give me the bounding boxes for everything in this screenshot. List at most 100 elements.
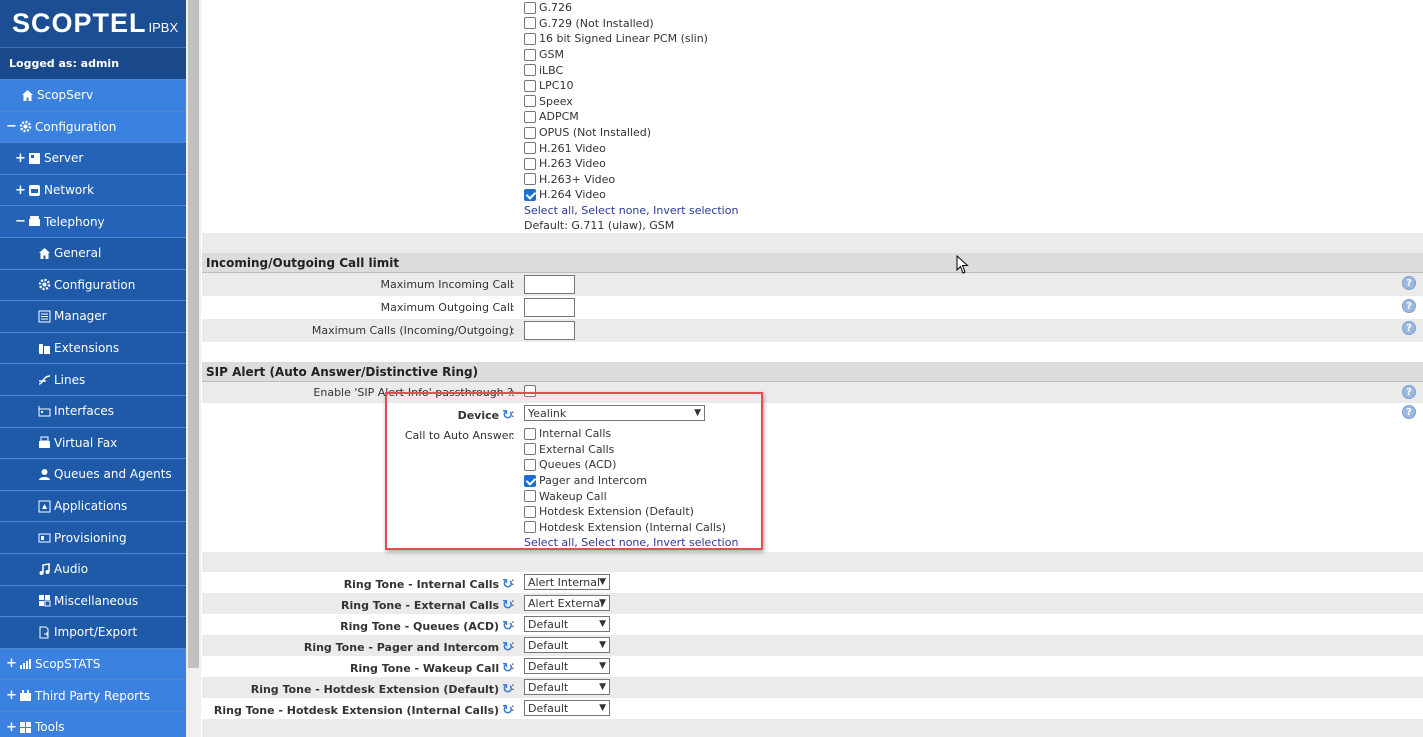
ringtone-select[interactable]: Default ▼: [524, 637, 610, 653]
grid-icon: [37, 594, 51, 608]
sidebar-item-applications[interactable]: Applications: [0, 489, 186, 522]
sidebar-item-server[interactable]: + Server: [0, 142, 186, 174]
checkbox[interactable]: [524, 17, 536, 30]
sidebar-item-audio[interactable]: Audio: [0, 552, 186, 585]
checkbox[interactable]: [524, 110, 536, 123]
sidebar-item-extensions[interactable]: Extensions: [0, 331, 186, 364]
logo[interactable]: SCOPTEL IPBX: [0, 0, 186, 47]
sidebar-item-import-export[interactable]: Import/Export: [0, 616, 186, 648]
sidebar-item-label: ScopSTATS: [35, 656, 101, 671]
sidebar-item-scopserv[interactable]: ScopServ: [0, 79, 186, 111]
expand-icon[interactable]: +: [6, 720, 17, 735]
checkbox[interactable]: [524, 48, 536, 61]
sidebar-item-lines[interactable]: Lines: [0, 363, 186, 395]
help-icon[interactable]: ?: [1402, 299, 1416, 313]
sidebar-item-telephony[interactable]: − Telephony: [0, 205, 186, 237]
codec-item[interactable]: LPC10: [524, 78, 738, 94]
sidebar-item-manager[interactable]: Manager: [0, 300, 186, 332]
codec-item[interactable]: GSM: [524, 47, 738, 63]
default-codecs-text: Default: G.711 (ulaw), GSM: [524, 218, 675, 232]
sidebar-item-tools[interactable]: + Tools: [0, 710, 186, 737]
max-outgoing-input[interactable]: [524, 298, 575, 317]
codec-label: ADPCM: [539, 110, 579, 124]
codec-label: 16 bit Signed Linear PCM (slin): [539, 32, 708, 46]
codec-label: Speex: [539, 94, 573, 108]
reports-icon: [18, 689, 32, 703]
expand-icon[interactable]: +: [15, 183, 26, 198]
scrollbar-thumb[interactable]: [188, 0, 199, 668]
ringtone-select[interactable]: Default ▼: [524, 679, 610, 695]
row-ringtone: Ring Tone - Internal Calls ↻ : Alert Inte…: [202, 572, 1423, 593]
codec-item[interactable]: H.264 Video: [524, 187, 738, 203]
sidebar-item-configuration[interactable]: − Configuration: [0, 110, 186, 143]
sidebar-item-queues-agents[interactable]: Queues and Agents: [0, 458, 186, 490]
collapse-icon[interactable]: −: [6, 119, 17, 134]
sidebar-item-miscellaneous[interactable]: Miscellaneous: [0, 584, 186, 617]
checkbox[interactable]: [524, 1, 536, 14]
sidebar-item-virtual-fax[interactable]: Virtual Fax: [0, 426, 186, 459]
sidebar-scrollbar[interactable]: [186, 0, 201, 737]
checkbox[interactable]: [524, 142, 536, 155]
checkbox[interactable]: [524, 157, 536, 170]
ringtone-select[interactable]: Default ▼: [524, 616, 610, 632]
help-icon[interactable]: ?: [1402, 385, 1416, 399]
sidebar-item-interfaces[interactable]: Interfaces: [0, 394, 186, 427]
row-ringtone: Ring Tone - Hotdesk Extension (Internal …: [202, 698, 1423, 719]
expand-icon[interactable]: +: [6, 688, 17, 703]
sidebar-item-provisioning[interactable]: Provisioning: [0, 521, 186, 553]
codec-item[interactable]: iLBC: [524, 62, 738, 78]
sidebar-item-label: Configuration: [54, 277, 136, 292]
codec-label: OPUS (Not Installed): [539, 126, 652, 140]
sidebar-item-label: Queues and Agents: [54, 467, 172, 482]
checkbox[interactable]: [524, 32, 536, 45]
select-none-link[interactable]: Select none: [581, 204, 646, 217]
checkbox[interactable]: [524, 173, 536, 186]
codec-item[interactable]: OPUS (Not Installed): [524, 125, 738, 141]
max-calls-input[interactable]: [524, 321, 575, 340]
codec-item[interactable]: H.263 Video: [524, 156, 738, 172]
codec-item[interactable]: ADPCM: [524, 109, 738, 125]
help-icon[interactable]: ?: [1402, 405, 1416, 419]
invert-selection-link[interactable]: Invert selection: [653, 204, 738, 217]
expand-icon[interactable]: +: [15, 151, 26, 166]
codec-item[interactable]: G.729 (Not Installed): [524, 16, 738, 32]
max-outgoing-label: Maximum Outgoing Call: [380, 301, 513, 314]
ringtone-select[interactable]: Default ▼: [524, 700, 610, 716]
chevron-down-icon: ▼: [599, 640, 606, 650]
codec-item[interactable]: G.726: [524, 0, 738, 16]
sidebar-item-label: Network: [44, 183, 95, 198]
checkbox[interactable]: [524, 64, 536, 77]
codec-item[interactable]: H.261 Video: [524, 140, 738, 156]
sidebar-item-label: Virtual Fax: [54, 435, 118, 450]
sidebar-item-network[interactable]: + Network: [0, 173, 186, 206]
sidebar-item-general[interactable]: General: [0, 236, 186, 269]
codec-label: iLBC: [539, 63, 564, 77]
checkbox[interactable]: [524, 95, 536, 108]
collapse-icon[interactable]: −: [15, 214, 26, 229]
codec-item[interactable]: Speex: [524, 94, 738, 110]
main-content: G.726 G.729 (Not Installed) 16 bit Signe…: [202, 0, 1423, 737]
ringtone-select[interactable]: Alert Internal ▼: [524, 574, 610, 590]
checkbox[interactable]: [524, 79, 536, 92]
checkbox-checked[interactable]: [524, 188, 536, 201]
server-icon: [27, 151, 41, 165]
sidebar-item-label: General: [54, 246, 102, 261]
help-icon[interactable]: ?: [1402, 276, 1416, 290]
ringtone-select[interactable]: Default ▼: [524, 658, 610, 674]
sidebar-item-configuration-sub[interactable]: Configuration: [0, 268, 186, 301]
expand-icon[interactable]: +: [6, 656, 17, 671]
codec-item[interactable]: H.263+ Video: [524, 172, 738, 188]
row-ringtone: Ring Tone - Queues (ACD) ↻ : Default ▼: [202, 614, 1423, 635]
max-incoming-input[interactable]: [524, 275, 575, 294]
codec-list: G.726 G.729 (Not Installed) 16 bit Signe…: [524, 0, 738, 233]
ringtone-select[interactable]: Alert External ▼: [524, 595, 610, 611]
sidebar-item-third-party-reports[interactable]: + Third Party Reports: [0, 679, 186, 711]
checkbox[interactable]: [524, 126, 536, 139]
chevron-down-icon: ▼: [599, 661, 606, 671]
tools-icon: [18, 720, 32, 734]
codec-item[interactable]: 16 bit Signed Linear PCM (slin): [524, 31, 738, 47]
help-icon[interactable]: ?: [1402, 321, 1416, 335]
select-all-link[interactable]: Select all: [524, 204, 574, 217]
sidebar-item-scopstats[interactable]: + ScopSTATS: [0, 647, 186, 680]
sidebar-item-label: Audio: [54, 562, 89, 577]
